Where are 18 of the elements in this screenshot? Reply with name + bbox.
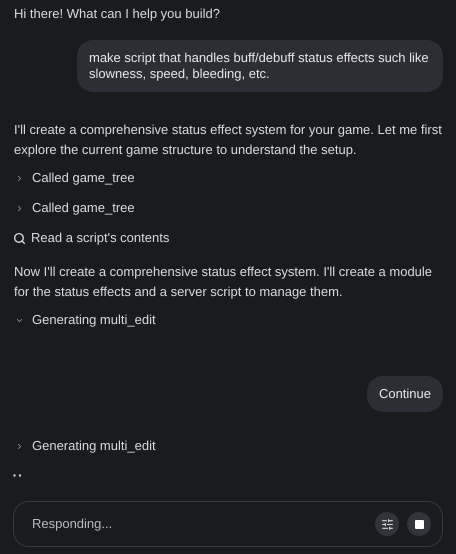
user-message: make script that handles buff/debuff status effects such like slowness, speed, bleeding, etc. — [77, 40, 443, 92]
tool-call-toggle[interactable]: Generating multi_edit — [13, 308, 156, 332]
typing-indicator-icon — [13, 474, 22, 477]
settings-button[interactable] — [375, 512, 399, 536]
search-icon — [13, 232, 26, 244]
assistant-message: I'll create a comprehensive status effect system for your game. Let me first explore the current game structure to understand the setup. — [13, 121, 443, 159]
stop-button[interactable] — [407, 512, 431, 536]
tool-activity-label: Read a script's contents — [31, 229, 170, 248]
user-message: Continue — [366, 376, 443, 412]
stop-icon — [414, 520, 424, 528]
tool-call-toggle[interactable]: Generating multi_edit — [13, 434, 156, 458]
composer-field[interactable]: Responding... — [13, 501, 443, 547]
tool-call-toggle[interactable]: Called game_tree — [13, 166, 135, 190]
sliders-icon — [380, 518, 394, 530]
assistant-message: Hi there! What can I help you build? — [13, 5, 221, 23]
assistant-message: Now I'll create a comprehensive status effect system. I'll create a module for the status effects and a server script to manage them. — [13, 263, 434, 301]
tool-call-toggle[interactable]: Called game_tree — [13, 196, 135, 220]
message-input[interactable]: Responding... — [32, 514, 367, 534]
